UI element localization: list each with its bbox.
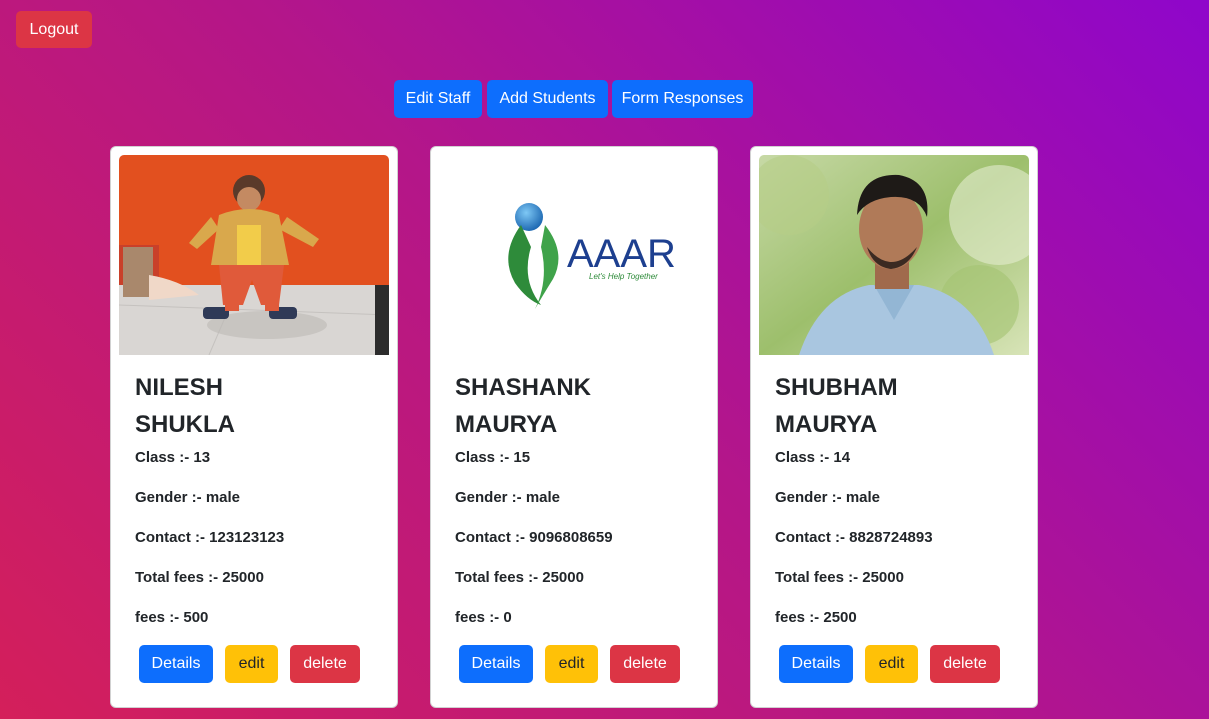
details-button[interactable]: Details <box>779 645 853 683</box>
student-contact: Contact :- 123123123 <box>135 529 285 546</box>
student-fees: fees :- 2500 <box>775 609 857 626</box>
student-total-fees: Total fees :- 25000 <box>135 569 264 586</box>
student-photo <box>759 155 1029 355</box>
details-button[interactable]: Details <box>459 645 533 683</box>
aaar-logo-tagline: Let's Help Together <box>589 272 658 281</box>
student-class: Class :- 14 <box>775 449 851 466</box>
aaar-logo: AAAR Let's Help Together <box>439 155 709 355</box>
form-responses-button[interactable]: Form Responses <box>612 80 753 118</box>
add-students-button[interactable]: Add Students <box>487 80 608 118</box>
aaar-logo-text: AAAR <box>567 232 676 276</box>
student-fees: fees :- 0 <box>455 609 512 626</box>
student-total-fees: Total fees :- 25000 <box>775 569 904 586</box>
student-gender: Gender :- male <box>775 489 881 506</box>
student-class: Class :- 15 <box>455 449 531 466</box>
edit-staff-button[interactable]: Edit Staff <box>394 80 482 118</box>
delete-button[interactable]: delete <box>610 645 680 683</box>
student-card: AAAR Let's Help Together SHASHANK MAURYA … <box>430 146 718 708</box>
student-gender: Gender :- male <box>455 489 561 506</box>
edit-button[interactable]: edit <box>225 645 278 683</box>
details-button[interactable]: Details <box>139 645 213 683</box>
student-contact: Contact :- 8828724893 <box>775 529 933 546</box>
logout-button[interactable]: Logout <box>16 11 92 48</box>
student-name: SHASHANK MAURYA <box>455 374 592 438</box>
student-photo <box>119 155 389 355</box>
student-name: SHUBHAM MAURYA <box>775 374 898 438</box>
edit-button[interactable]: edit <box>865 645 918 683</box>
student-class: Class :- 13 <box>135 449 211 466</box>
student-card: NILESH SHUKLA Class :- 13 Gender :- male … <box>110 146 398 708</box>
student-total-fees: Total fees :- 25000 <box>455 569 584 586</box>
student-fees: fees :- 500 <box>135 609 209 626</box>
student-contact: Contact :- 9096808659 <box>455 529 613 546</box>
student-card: SHUBHAM MAURYA Class :- 14 Gender :- male… <box>750 146 1038 708</box>
student-gender: Gender :- male <box>135 489 241 506</box>
delete-button[interactable]: delete <box>930 645 1000 683</box>
delete-button[interactable]: delete <box>290 645 360 683</box>
student-name: NILESH SHUKLA <box>135 374 235 438</box>
edit-button[interactable]: edit <box>545 645 598 683</box>
